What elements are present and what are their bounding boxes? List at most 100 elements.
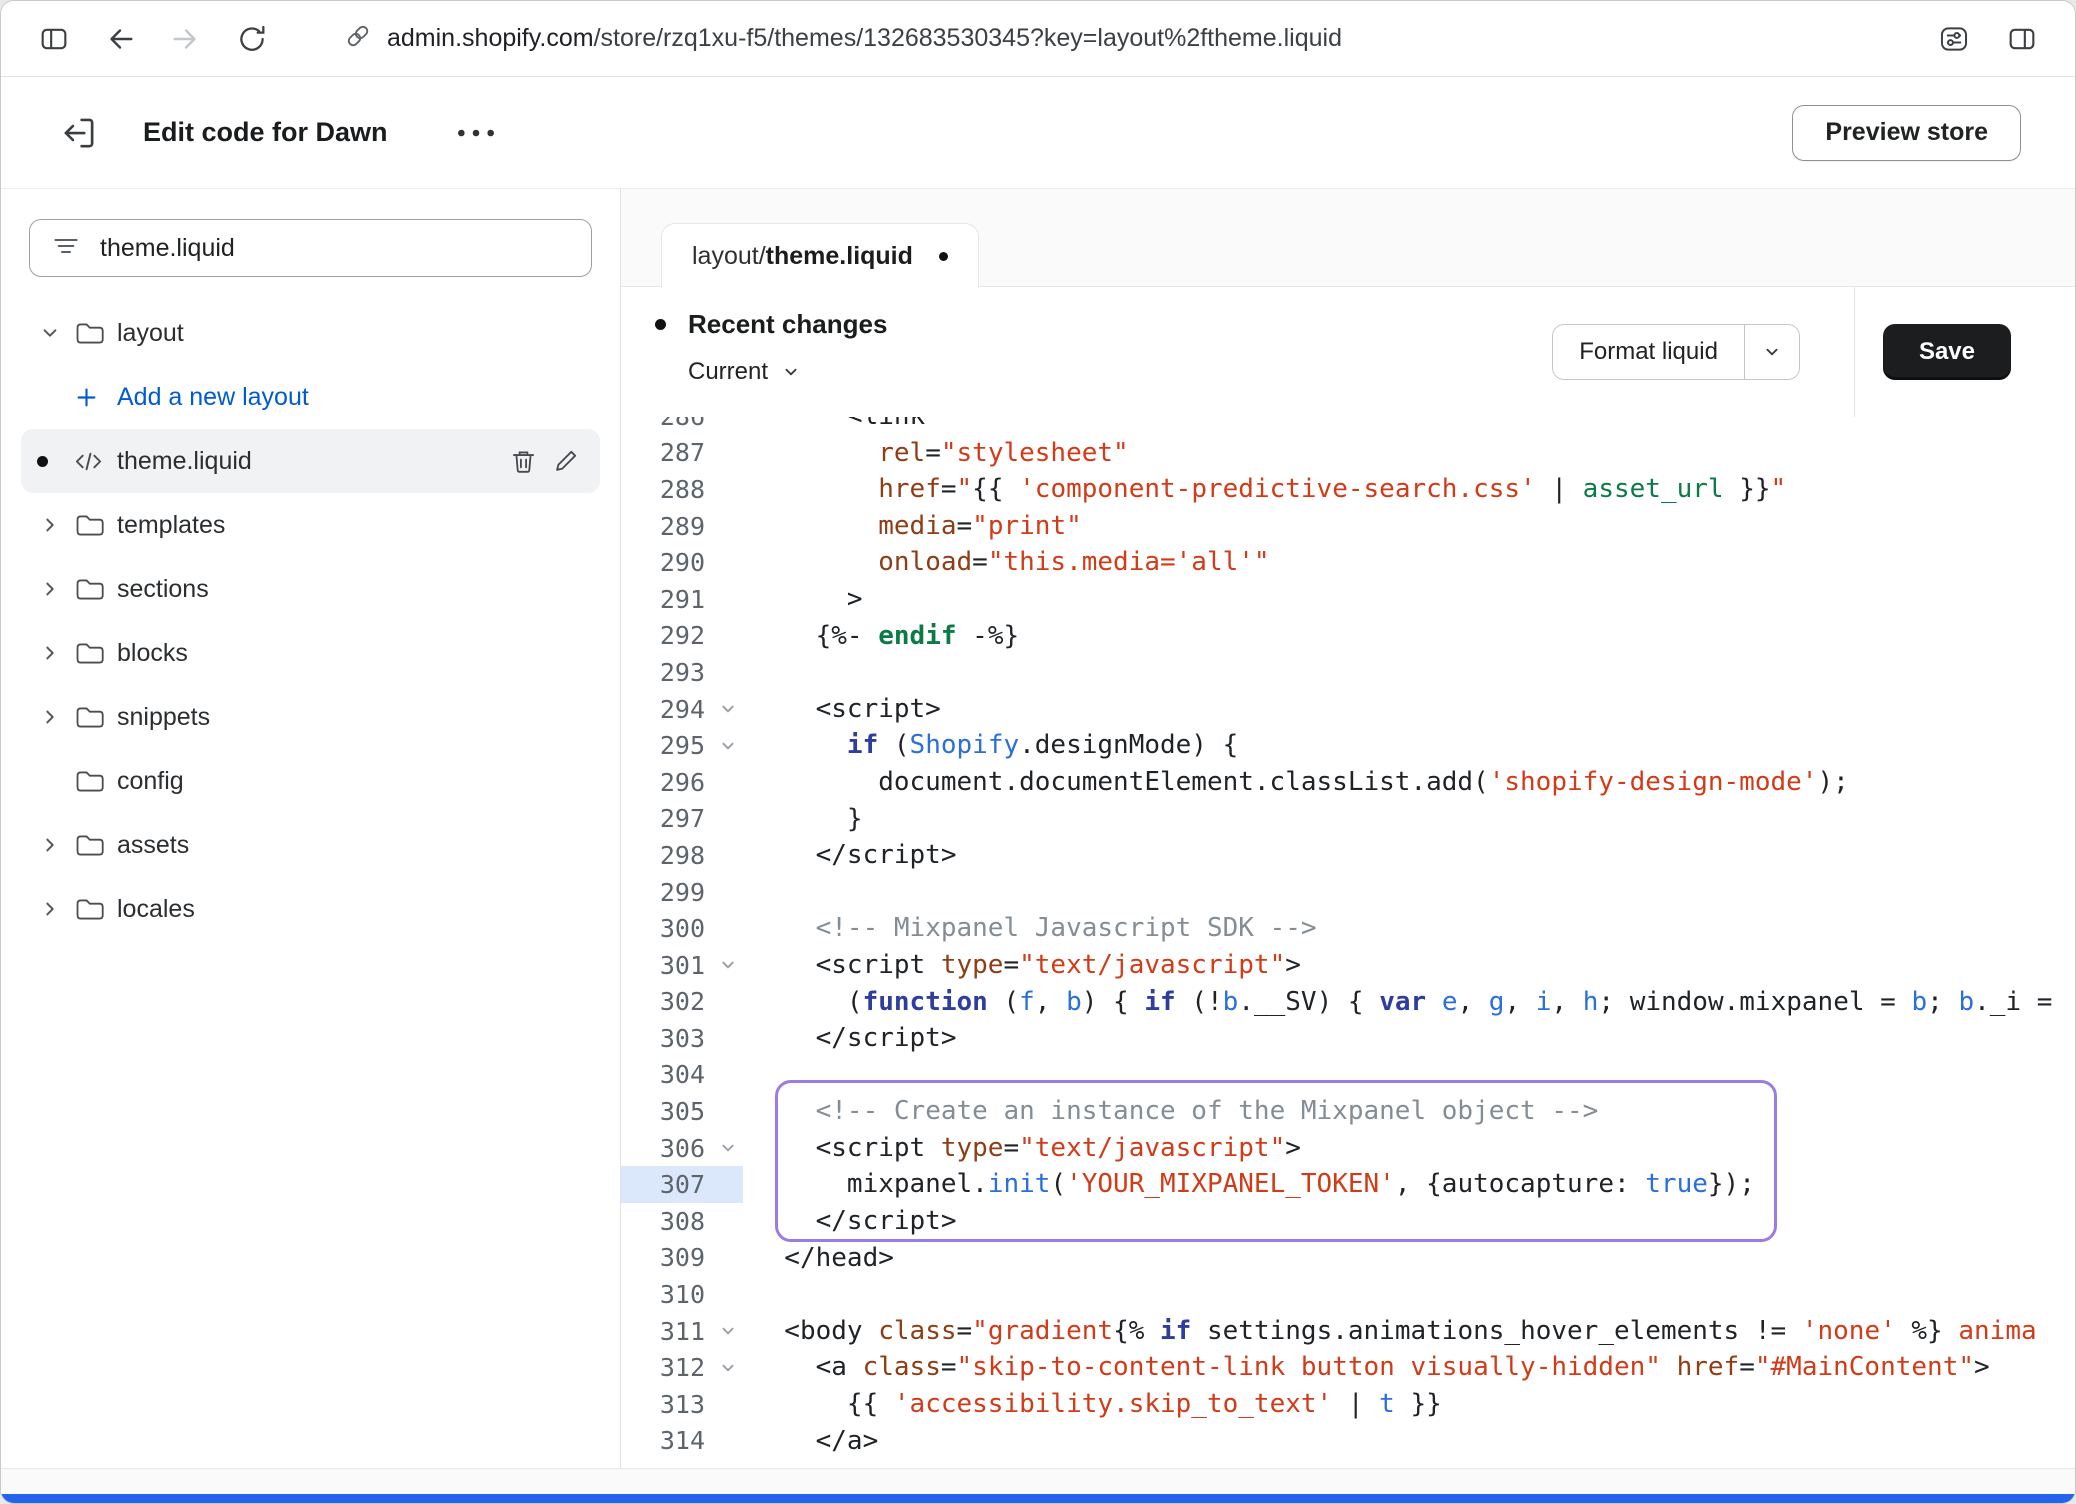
code-text[interactable]: media="print": [743, 508, 1082, 545]
code-text[interactable]: <script>: [743, 691, 941, 728]
sidebar-item-snippets[interactable]: snippets: [1, 685, 620, 749]
fold-toggle-icon[interactable]: [713, 1313, 743, 1350]
selected-file-dot-icon: [37, 456, 73, 467]
line-number: 305: [621, 1093, 713, 1130]
line-number: 296: [621, 764, 713, 801]
browser-toolbar: admin.shopify.com/store/rzq1xu-f5/themes…: [1, 1, 2075, 77]
chevron-right-icon[interactable]: [37, 832, 73, 858]
code-lines: 286 <link287 rel="stylesheet"288 href="{…: [621, 417, 2075, 1459]
link-icon: [343, 21, 373, 56]
tab-layout-theme-liquid[interactable]: layout/theme.liquid: [661, 223, 979, 288]
fold-toggle-icon[interactable]: [713, 947, 743, 984]
code-line-293: 293: [621, 654, 2075, 691]
code-text[interactable]: <a class="skip-to-content-link button vi…: [743, 1349, 1990, 1386]
code-line-294: 294 <script>: [621, 691, 2075, 728]
code-text[interactable]: }: [743, 801, 863, 838]
fold-spacer: [713, 910, 743, 947]
line-number: 287: [621, 435, 713, 472]
chevron-right-icon[interactable]: [37, 512, 73, 538]
forward-icon[interactable]: [159, 12, 213, 66]
line-number: 309: [621, 1240, 713, 1277]
code-line-309: 309 </head>: [621, 1240, 2075, 1277]
fold-spacer: [713, 471, 743, 508]
fold-spacer: [713, 801, 743, 838]
code-text[interactable]: rel="stylesheet": [743, 435, 1129, 472]
chevron-right-icon[interactable]: [37, 704, 73, 730]
code-line-292: 292 {%- endif -%}: [621, 618, 2075, 655]
split-view-icon[interactable]: [1995, 12, 2049, 66]
code-text[interactable]: href="{{ 'component-predictive-search.cs…: [743, 471, 1786, 508]
sidebar-item-label: locales: [117, 895, 195, 924]
fold-toggle-icon[interactable]: [713, 727, 743, 764]
fold-toggle-icon[interactable]: [713, 691, 743, 728]
code-editor[interactable]: 286 <link287 rel="stylesheet"288 href="{…: [621, 417, 2075, 1468]
line-number: 313: [621, 1386, 713, 1423]
chevron-down-icon: [1761, 341, 1783, 363]
chevron-down-icon[interactable]: [37, 320, 73, 346]
chevron-right-icon[interactable]: [37, 640, 73, 666]
code-text[interactable]: <script type="text/javascript">: [743, 947, 1301, 984]
tab-path-prefix: layout/: [692, 242, 766, 271]
code-text[interactable]: if (Shopify.designMode) {: [743, 727, 1238, 764]
code-text[interactable]: </head>: [743, 1240, 894, 1277]
sidebar-toggle-icon[interactable]: [27, 12, 81, 66]
chevron-right-icon[interactable]: [37, 896, 73, 922]
code-text[interactable]: <link: [743, 417, 925, 435]
reload-icon[interactable]: [225, 12, 279, 66]
sidebar-item-config[interactable]: config: [1, 749, 620, 813]
code-line-297: 297 }: [621, 801, 2075, 838]
preview-store-button[interactable]: Preview store: [1792, 105, 2021, 161]
fold-spacer: [713, 1276, 743, 1313]
sidebar-item-theme-liquid[interactable]: theme.liquid: [21, 429, 600, 493]
code-text[interactable]: <body class="gradient{% if settings.anim…: [743, 1313, 2037, 1350]
code-text[interactable]: {{ 'accessibility.skip_to_text' | t }}: [743, 1386, 1442, 1423]
folder-icon: [73, 702, 117, 733]
sidebar-item-layout[interactable]: layout: [1, 301, 620, 365]
code-line-303: 303 </script>: [621, 1020, 2075, 1057]
fold-toggle-icon[interactable]: [713, 1130, 743, 1167]
fold-spacer: [713, 508, 743, 545]
code-text[interactable]: document.documentElement.classList.add('…: [743, 764, 1849, 801]
code-text[interactable]: onload="this.media='all'": [743, 544, 1270, 581]
more-actions-button[interactable]: [450, 113, 502, 153]
code-text[interactable]: </a>: [743, 1423, 878, 1460]
unsaved-indicator-icon: [939, 252, 948, 261]
browser-extension-icon[interactable]: [1927, 12, 1981, 66]
code-text[interactable]: >: [743, 581, 863, 618]
code-text[interactable]: (function (f, b) { if (!b.__SV) { var e,…: [743, 984, 2052, 1021]
code-text[interactable]: <!-- Create an instance of the Mixpanel …: [743, 1093, 1598, 1130]
code-text[interactable]: <!-- Mixpanel Javascript SDK -->: [743, 910, 1317, 947]
file-search-input[interactable]: theme.liquid: [29, 219, 592, 277]
browser-window: admin.shopify.com/store/rzq1xu-f5/themes…: [0, 0, 2076, 1504]
rename-file-button[interactable]: [544, 440, 586, 482]
sidebar-item-label: layout: [117, 319, 184, 348]
sidebar-item-templates[interactable]: templates: [1, 493, 620, 557]
line-number: 311: [621, 1313, 713, 1350]
code-text[interactable]: </script>: [743, 1203, 957, 1240]
code-text[interactable]: mixpanel.init('YOUR_MIXPANEL_TOKEN', {au…: [743, 1166, 1755, 1203]
back-icon[interactable]: [93, 12, 147, 66]
line-number: 308: [621, 1203, 713, 1240]
chevron-right-icon[interactable]: [37, 576, 73, 602]
sidebar-add-layout-link[interactable]: Add a new layout: [1, 365, 620, 429]
code-text[interactable]: <script type="text/javascript">: [743, 1130, 1301, 1167]
version-selector[interactable]: Current: [688, 358, 802, 386]
code-line-301: 301 <script type="text/javascript">: [621, 947, 2075, 984]
code-text[interactable]: </script>: [743, 837, 957, 874]
sidebar-item-assets[interactable]: assets: [1, 813, 620, 877]
exit-editor-button[interactable]: [53, 107, 105, 159]
fold-spacer: [713, 837, 743, 874]
fold-spacer: [713, 1240, 743, 1277]
address-bar[interactable]: admin.shopify.com/store/rzq1xu-f5/themes…: [343, 21, 1915, 56]
format-liquid-caret-button[interactable]: [1745, 325, 1799, 379]
code-line-307: 307 mixpanel.init('YOUR_MIXPANEL_TOKEN',…: [621, 1166, 2075, 1203]
sidebar-item-locales[interactable]: locales: [1, 877, 620, 941]
code-text[interactable]: </script>: [743, 1020, 957, 1057]
delete-file-button[interactable]: [502, 440, 544, 482]
sidebar-item-sections[interactable]: sections: [1, 557, 620, 621]
sidebar-item-blocks[interactable]: blocks: [1, 621, 620, 685]
fold-toggle-icon[interactable]: [713, 1349, 743, 1386]
code-text[interactable]: {%- endif -%}: [743, 618, 1019, 655]
format-liquid-button[interactable]: Format liquid: [1552, 324, 1800, 380]
save-button[interactable]: Save: [1883, 324, 2011, 380]
